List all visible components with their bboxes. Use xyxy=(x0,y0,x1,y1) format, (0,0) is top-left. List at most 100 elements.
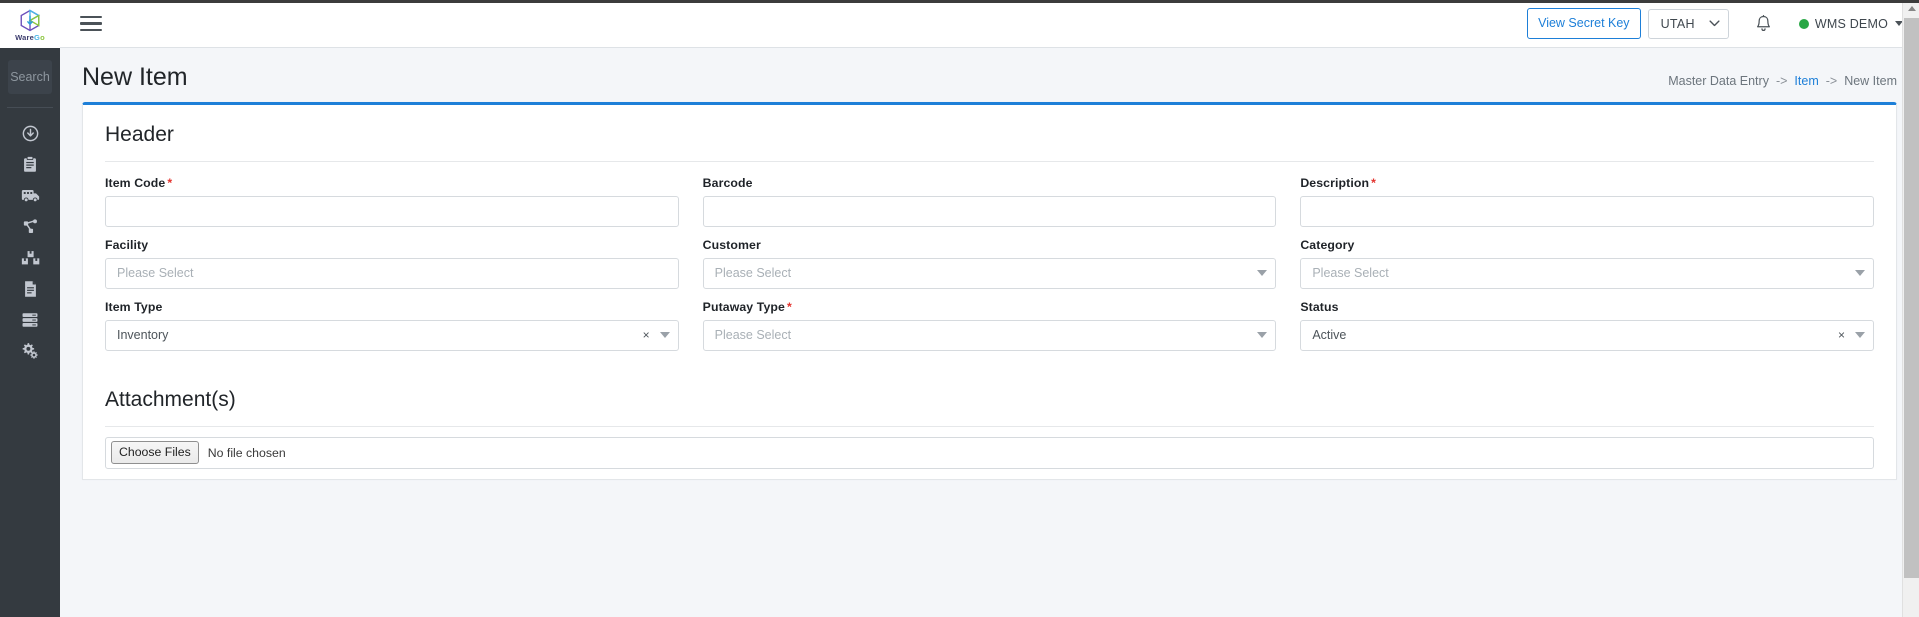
sidebar-item-orders[interactable] xyxy=(0,149,60,180)
notifications-button[interactable] xyxy=(1751,11,1777,37)
field-barcode: Barcode xyxy=(702,176,1277,238)
select-customer[interactable]: Please Select xyxy=(702,257,1277,289)
sidebar-item-inbound[interactable] xyxy=(0,118,60,149)
label-description: Description * xyxy=(1300,176,1874,190)
no-file-chosen-label: No file chosen xyxy=(207,445,286,460)
label-item-code: Item Code * xyxy=(105,176,679,190)
sidebar-item-reports[interactable] xyxy=(0,273,60,304)
content-area: New Item Master Data Entry -> Item -> Ne… xyxy=(60,48,1919,617)
brand-wordmark: WareGo xyxy=(15,34,45,42)
label-text-item-type: Item Type xyxy=(105,299,163,314)
select-value-category: Please Select xyxy=(1312,266,1389,280)
select-value-customer: Please Select xyxy=(714,266,792,280)
label-text-description: Description xyxy=(1300,175,1370,190)
online-status-dot xyxy=(1798,18,1809,29)
label-text-status: Status xyxy=(1300,299,1339,314)
page-title: New Item xyxy=(82,63,188,91)
cube-icon xyxy=(20,9,41,32)
document-icon xyxy=(24,280,36,297)
dropdown-arrow-icon-category[interactable] xyxy=(1855,270,1865,276)
select-category[interactable]: Please Select xyxy=(1300,257,1874,289)
required-asterisk-description: * xyxy=(1371,175,1376,190)
input-description[interactable] xyxy=(1300,195,1874,227)
breadcrumb-separator-2: -> xyxy=(1825,73,1838,88)
field-description: Description * xyxy=(1300,176,1874,238)
dropdown-arrow-icon-status[interactable] xyxy=(1855,332,1865,338)
scrollbar-thumb[interactable] xyxy=(1904,18,1919,578)
topbar-right-group: View Secret Key UTAH WMS DEMO xyxy=(1527,8,1903,39)
sidebar-nav xyxy=(0,118,60,366)
sidebar-item-settings[interactable] xyxy=(0,335,60,366)
sidebar-item-inventory[interactable] xyxy=(0,242,60,273)
label-category: Category xyxy=(1300,238,1874,252)
label-putaway-type: Putaway Type * xyxy=(703,300,1277,314)
user-menu[interactable]: WMS DEMO xyxy=(1798,17,1903,31)
truck-icon xyxy=(21,189,39,203)
clear-icon-status[interactable]: × xyxy=(1838,329,1845,341)
inbound-arrow-icon xyxy=(22,125,38,142)
select-value-status: Active xyxy=(1312,328,1347,342)
select-value-putaway-type: Please Select xyxy=(714,328,792,342)
main-area: View Secret Key UTAH WMS DEMO New Item M… xyxy=(60,0,1919,617)
page-scrollbar[interactable] xyxy=(1902,0,1919,617)
choose-files-button[interactable]: Choose Files xyxy=(111,441,199,464)
breadcrumb-root: Master Data Entry xyxy=(1668,73,1769,88)
required-asterisk-putaway-type: * xyxy=(786,299,792,314)
label-text-barcode: Barcode xyxy=(702,175,753,190)
sidebar-search[interactable]: Search xyxy=(8,60,52,94)
label-text-item-code: Item Code xyxy=(105,175,166,190)
label-facility: Facility xyxy=(105,238,679,252)
select-value-facility: Please Select xyxy=(117,266,194,280)
select-tools-putaway-type xyxy=(1257,332,1268,338)
select-tools-category xyxy=(1855,270,1865,276)
input-barcode[interactable] xyxy=(702,195,1277,227)
sidebar-item-workflow[interactable] xyxy=(0,211,60,242)
app-shell: WareGo Search View Secret Key UTAH WMS D… xyxy=(0,0,1919,617)
chevron-down-icon xyxy=(1709,20,1720,27)
dropdown-arrow-icon-customer[interactable] xyxy=(1257,270,1268,276)
sidebar: WareGo Search xyxy=(0,0,60,617)
dropdown-arrow-icon-putaway-type[interactable] xyxy=(1257,332,1268,338)
clipboard-icon xyxy=(24,156,36,172)
window-top-strip xyxy=(0,0,1919,3)
brand-text-ware: Ware xyxy=(15,33,35,42)
dropdown-arrow-icon-item-type[interactable] xyxy=(659,332,670,338)
breadcrumb-current: New Item xyxy=(1844,73,1897,88)
topbar: View Secret Key UTAH WMS DEMO xyxy=(60,0,1919,48)
field-putaway-type: Putaway Type * Please Select xyxy=(702,300,1277,362)
label-text-customer: Customer xyxy=(702,237,761,252)
page-head: New Item Master Data Entry -> Item -> Ne… xyxy=(60,48,1919,102)
label-item-type: Item Type xyxy=(105,300,679,314)
field-customer: Customer Please Select xyxy=(702,237,1277,300)
brand-logo-area[interactable]: WareGo xyxy=(0,0,60,48)
select-status[interactable]: Active × xyxy=(1300,319,1874,351)
hamburger-icon[interactable] xyxy=(80,15,102,32)
sidebar-item-shipping[interactable] xyxy=(0,180,60,211)
site-selector[interactable]: UTAH xyxy=(1647,8,1729,39)
select-tools-customer xyxy=(1257,270,1268,276)
header-section-title: Header xyxy=(105,122,174,146)
gears-icon xyxy=(22,343,38,359)
label-barcode: Barcode xyxy=(703,176,1277,190)
select-facility[interactable]: Please Select xyxy=(105,257,679,289)
clear-icon-item-type[interactable]: × xyxy=(643,329,650,341)
view-secret-key-button[interactable]: View Secret Key xyxy=(1527,8,1641,39)
select-putaway-type[interactable]: Please Select xyxy=(702,319,1277,351)
select-item-type[interactable]: Inventory × xyxy=(105,319,679,351)
field-item-type: Item Type Inventory × xyxy=(105,300,679,362)
label-text-category: Category xyxy=(1300,237,1355,252)
hierarchy-icon xyxy=(23,219,37,233)
label-text-putaway-type: Putaway Type xyxy=(702,299,785,314)
sidebar-item-master-data[interactable] xyxy=(0,304,60,335)
header-form-grid: Item Code * Barcode Description * Facility Ple… xyxy=(83,162,1896,370)
item-form-card: Header Item Code * Barcode Description * Faci… xyxy=(82,101,1897,480)
breadcrumb-separator-1: -> xyxy=(1775,73,1788,88)
file-input-container[interactable]: Choose Files No file chosen xyxy=(105,436,1874,469)
label-text-facility: Facility xyxy=(105,237,149,252)
field-item-code: Item Code * xyxy=(105,176,679,238)
input-item-code[interactable] xyxy=(105,195,679,227)
sidebar-divider xyxy=(7,107,53,108)
label-status: Status xyxy=(1300,300,1874,314)
field-status: Status Active × xyxy=(1300,300,1874,362)
breadcrumb-link-item[interactable]: Item xyxy=(1794,74,1818,88)
